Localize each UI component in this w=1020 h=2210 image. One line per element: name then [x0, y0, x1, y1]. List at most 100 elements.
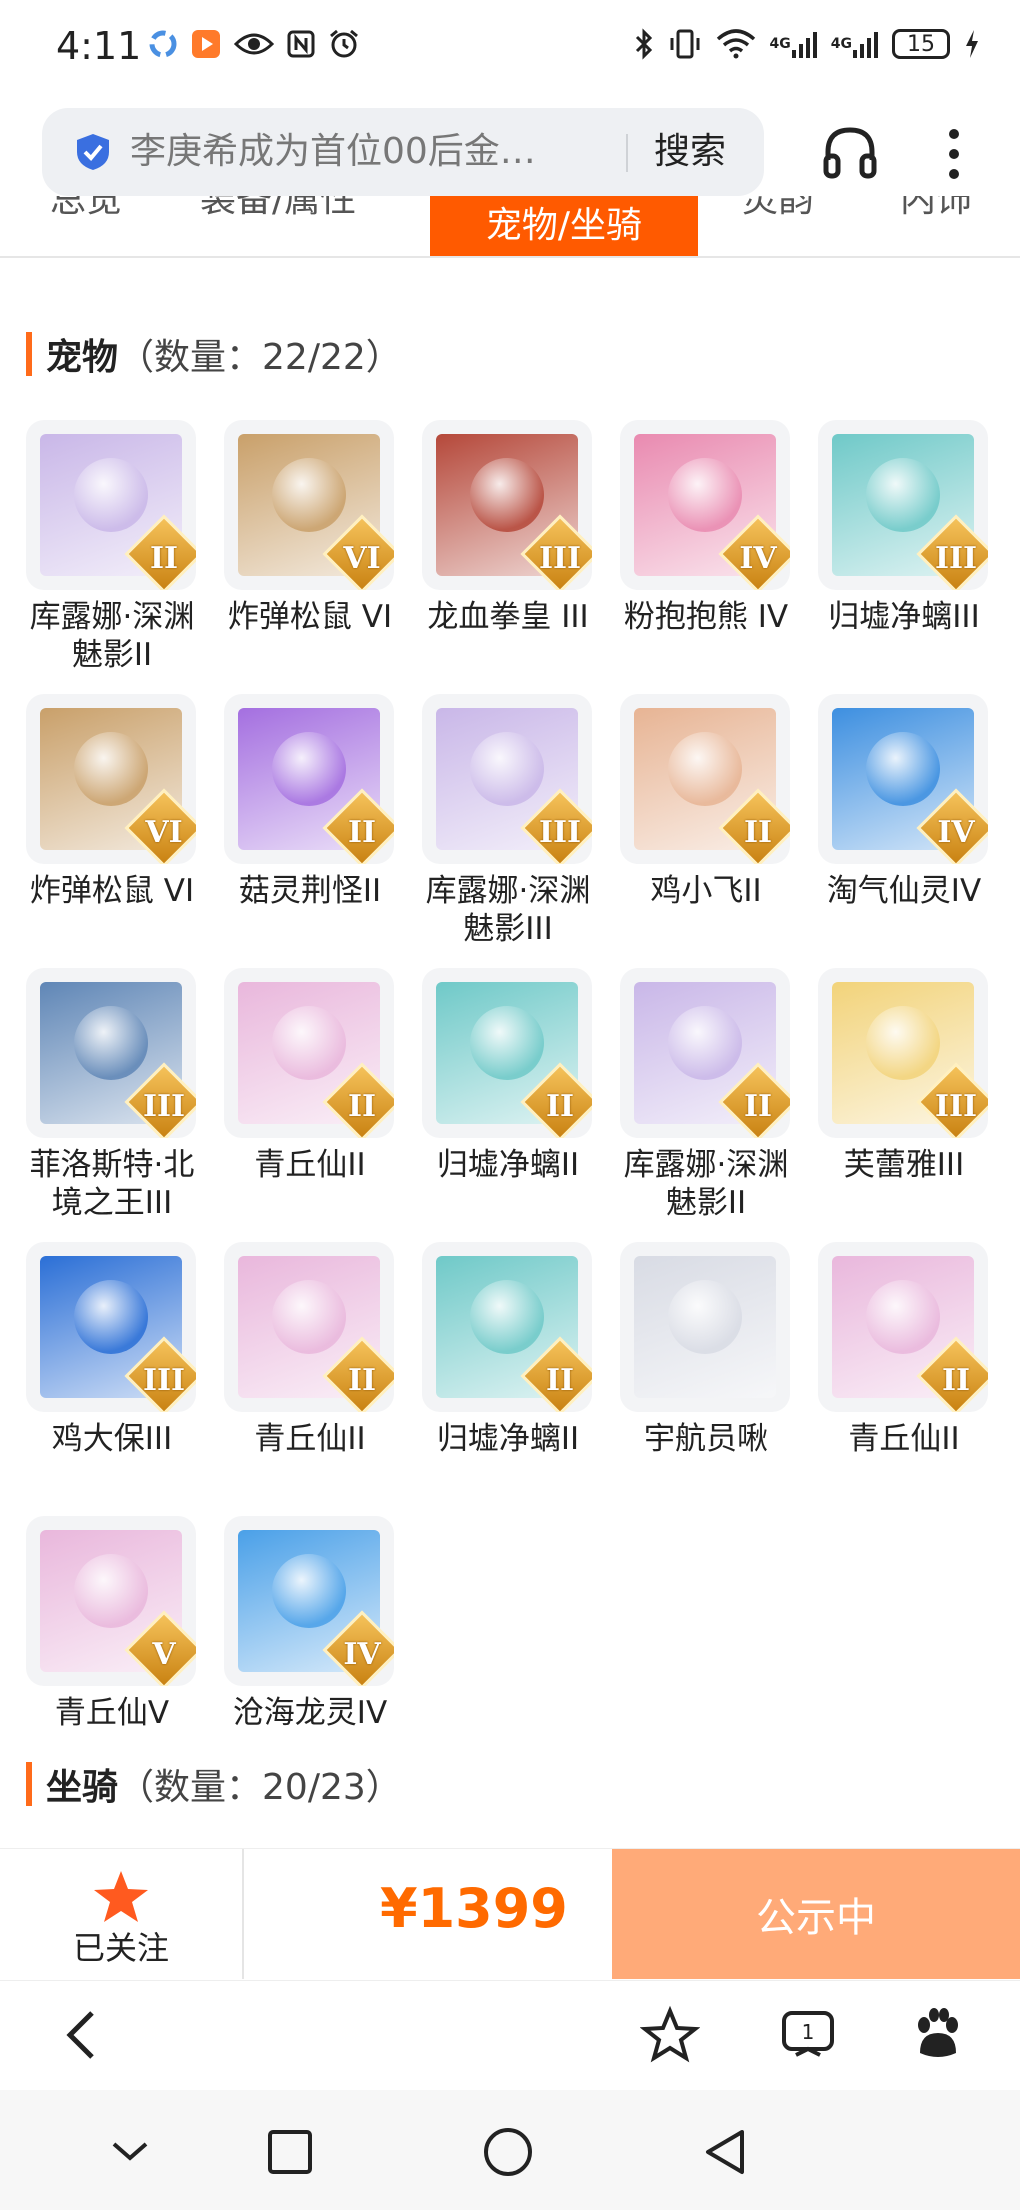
pet-card[interactable]: II 菇灵荆怪II: [224, 694, 422, 968]
pet-card[interactable]: II 库露娜·深渊魅影II: [26, 420, 224, 694]
recent-apps-icon[interactable]: [264, 2126, 316, 2178]
pet-thumbnail[interactable]: II: [620, 694, 790, 864]
pet-name: 淘气仙灵IV: [826, 873, 982, 909]
tab-equipment[interactable]: 装备/属性: [200, 196, 356, 230]
video-app-icon: [190, 28, 222, 60]
pet-name: 鸡小飞II: [650, 873, 762, 909]
system-navigation-bar: [0, 2090, 1020, 2210]
pet-card[interactable]: IV 淘气仙灵IV: [818, 694, 1016, 968]
pet-thumbnail[interactable]: III: [422, 420, 592, 590]
pet-thumbnail[interactable]: II: [620, 968, 790, 1138]
pet-thumbnail[interactable]: VI: [26, 694, 196, 864]
network-label-2: 4G: [830, 36, 852, 52]
alarm-icon: [328, 28, 360, 60]
pet-card[interactable]: II 归墟净螭II: [422, 1242, 620, 1516]
search-suggestion-text[interactable]: 李庚希成为首位00后金…: [130, 126, 610, 178]
more-options-icon[interactable]: [940, 124, 968, 184]
star-filled-icon: [94, 1871, 148, 1922]
pet-name: 归墟净螭II: [436, 1421, 580, 1457]
pet-thumbnail[interactable]: III: [26, 968, 196, 1138]
browser-toolbar: 1: [0, 1980, 1020, 2091]
search-divider: [626, 134, 628, 172]
pet-card[interactable]: III 芙蕾雅III: [818, 968, 1016, 1242]
publicity-status-button[interactable]: 公示中: [612, 1849, 1020, 1979]
pet-name: 青丘仙II: [254, 1421, 366, 1457]
follow-button[interactable]: 已关注: [0, 1849, 242, 1979]
pet-figure: [74, 458, 148, 532]
pet-card[interactable]: II 库露娜·深渊魅影II: [620, 968, 818, 1242]
pet-thumbnail[interactable]: II: [224, 968, 394, 1138]
wifi-icon: [716, 29, 756, 59]
pet-thumbnail[interactable]: IV: [818, 694, 988, 864]
search-button[interactable]: 搜索: [654, 126, 726, 178]
detail-tabs: 总览 装备/属性 宠物/坐骑 灵韵 内饰: [0, 196, 1020, 258]
price: ¥1399: [380, 1877, 568, 1940]
pet-figure: [272, 1554, 346, 1628]
pet-card[interactable]: II 青丘仙II: [818, 1242, 1016, 1516]
pet-card[interactable]: IV 粉抱抱熊 IV: [620, 420, 818, 694]
pet-figure: [668, 1006, 742, 1080]
pet-card[interactable]: III 菲洛斯特·北境之王III: [26, 968, 224, 1242]
pet-grid: II 库露娜·深渊魅影II VI 炸弹松鼠 VI III 龙血拳皇 III IV 粉抱抱熊 I…: [26, 420, 1006, 1790]
app-notification-icon: [148, 29, 178, 59]
pet-name: 粉抱抱熊 IV: [623, 599, 789, 635]
pet-thumbnail[interactable]: III: [422, 694, 592, 864]
grade-badge-text: VI: [343, 541, 381, 576]
pet-thumbnail[interactable]: II: [224, 1242, 394, 1412]
pet-card[interactable]: III 库露娜·深渊魅影III: [422, 694, 620, 968]
pet-thumbnail[interactable]: II: [818, 1242, 988, 1412]
pet-name: 归墟净螭II: [436, 1147, 580, 1183]
home-circle-icon[interactable]: [482, 2126, 534, 2178]
pet-name: 炸弹松鼠 VI: [227, 599, 393, 635]
tab-interior[interactable]: 内饰: [900, 196, 972, 230]
pet-card[interactable]: II 归墟净螭II: [422, 968, 620, 1242]
pet-thumbnail[interactable]: III: [818, 968, 988, 1138]
status-bar: 4:11 4G 4G 15: [0, 0, 1020, 100]
pet-card[interactable]: III 归墟净螭III: [818, 420, 1016, 694]
pet-thumbnail[interactable]: II: [422, 968, 592, 1138]
bookmark-star-icon[interactable]: [640, 2005, 700, 2065]
pet-card[interactable]: 宇航员啾: [620, 1242, 818, 1516]
address-search-bar[interactable]: 李庚希成为首位00后金… 搜索: [42, 108, 764, 196]
tab-overview[interactable]: 总览: [50, 196, 122, 230]
pet-thumbnail[interactable]: II: [422, 1242, 592, 1412]
pet-thumbnail[interactable]: IV: [224, 1516, 394, 1686]
pets-section-title: 宠物 （数量：22/22）: [26, 328, 402, 380]
pet-card[interactable]: VI 炸弹松鼠 VI: [26, 694, 224, 968]
pet-figure: [470, 458, 544, 532]
headphone-icon[interactable]: [822, 122, 878, 182]
grade-badge-text: III: [538, 541, 582, 576]
tabs-count-icon[interactable]: 1: [778, 2005, 838, 2065]
grade-badge-text: II: [347, 1363, 377, 1398]
pet-thumbnail[interactable]: IV: [620, 420, 790, 590]
pet-thumbnail[interactable]: II: [224, 694, 394, 864]
chevron-down-icon[interactable]: [104, 2126, 156, 2178]
pet-thumbnail[interactable]: VI: [224, 420, 394, 590]
tab-pets-mounts[interactable]: 宠物/坐骑: [430, 196, 698, 256]
baidu-paw-icon[interactable]: [908, 2005, 968, 2065]
grade-badge-text: III: [538, 815, 582, 850]
grade-badge-text: II: [347, 815, 377, 850]
pet-card[interactable]: IV 沧海龙灵IV: [224, 1516, 422, 1790]
pet-figure: [272, 1006, 346, 1080]
pet-card[interactable]: II 青丘仙II: [224, 1242, 422, 1516]
pet-thumbnail[interactable]: V: [26, 1516, 196, 1686]
pet-figure: [866, 732, 940, 806]
pet-thumbnail[interactable]: III: [818, 420, 988, 590]
pet-thumbnail[interactable]: [620, 1242, 790, 1412]
pet-thumbnail[interactable]: III: [26, 1242, 196, 1412]
pet-thumbnail[interactable]: II: [26, 420, 196, 590]
pet-card[interactable]: III 鸡大保III: [26, 1242, 224, 1516]
back-triangle-icon[interactable]: [700, 2126, 752, 2178]
pet-figure: [470, 732, 544, 806]
mounts-section-title: 坐骑 （数量：20/23）: [26, 1758, 402, 1810]
pet-card[interactable]: VI 炸弹松鼠 VI: [224, 420, 422, 694]
tab-lingyun[interactable]: 灵韵: [742, 196, 814, 230]
pet-card[interactable]: V 青丘仙V: [26, 1516, 224, 1790]
pet-figure: [272, 732, 346, 806]
system-indicators: 4G 4G 15: [634, 28, 980, 60]
pet-card[interactable]: III 龙血拳皇 III: [422, 420, 620, 694]
pet-card[interactable]: II 青丘仙II: [224, 968, 422, 1242]
pet-card[interactable]: II 鸡小飞II: [620, 694, 818, 968]
back-arrow-icon[interactable]: [54, 2005, 114, 2065]
